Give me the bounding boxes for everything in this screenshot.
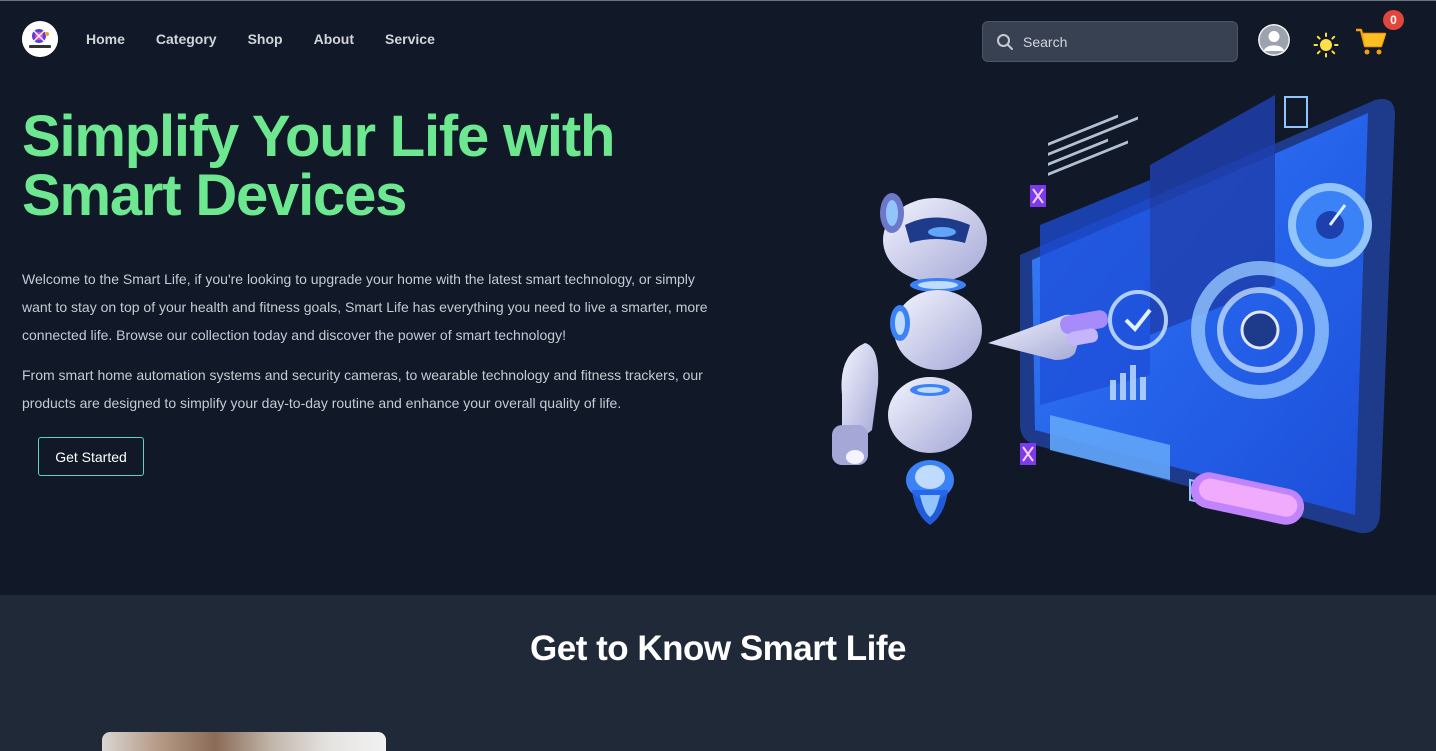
robot-illustration bbox=[832, 95, 1395, 534]
nav-home-link[interactable]: Home bbox=[86, 31, 125, 47]
about-section: Get to Know Smart Life bbox=[0, 595, 1436, 751]
nav-about-link[interactable]: About bbox=[314, 31, 354, 47]
search-box bbox=[982, 21, 1238, 62]
cart-count-badge: 0 bbox=[1383, 10, 1404, 30]
hero-title: Simplify Your Life with Smart Devices bbox=[22, 104, 615, 228]
about-image bbox=[102, 732, 386, 751]
theme-toggle[interactable] bbox=[1313, 32, 1339, 63]
sun-icon bbox=[1313, 32, 1339, 58]
cart-icon bbox=[1356, 28, 1387, 55]
hero-paragraph-1: Welcome to the Smart Life, if you're loo… bbox=[22, 271, 708, 343]
user-icon bbox=[1258, 24, 1290, 56]
about-title: Get to Know Smart Life bbox=[530, 629, 906, 668]
nav-category-link[interactable]: Category bbox=[156, 31, 217, 47]
hero-paragraph-2: From smart home automation systems and s… bbox=[22, 367, 703, 411]
navbar: Home Category Shop About Service Search … bbox=[0, 1, 1436, 79]
cart-button[interactable] bbox=[1355, 28, 1387, 61]
search-input[interactable] bbox=[1023, 22, 1223, 61]
nav-shop-link[interactable]: Shop bbox=[248, 31, 283, 47]
logo[interactable] bbox=[22, 21, 58, 57]
nav-service-link[interactable]: Service bbox=[385, 31, 435, 47]
get-started-button[interactable]: Get Started bbox=[38, 437, 144, 476]
nav-links: Home Category Shop About Service bbox=[86, 31, 466, 47]
user-avatar[interactable] bbox=[1258, 24, 1290, 56]
search-icon bbox=[997, 34, 1013, 50]
logo-icon bbox=[22, 21, 58, 57]
